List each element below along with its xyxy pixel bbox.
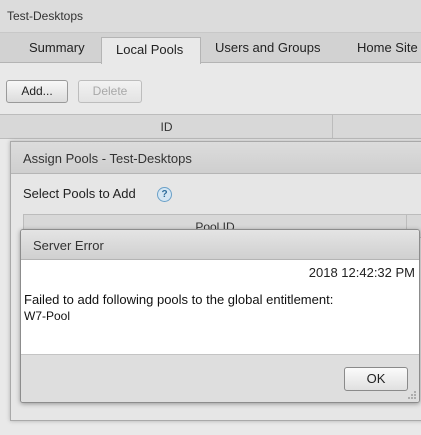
title-bar: Test-Desktops bbox=[0, 0, 421, 33]
entitlement-grid-header: ID bbox=[0, 114, 421, 139]
tab-summary[interactable]: Summary bbox=[29, 36, 85, 63]
error-message: Failed to add following pools to the glo… bbox=[24, 292, 334, 307]
delete-button[interactable]: Delete bbox=[78, 80, 142, 103]
server-error-dialog-header[interactable]: Server Error bbox=[21, 230, 419, 260]
ok-button[interactable]: OK bbox=[344, 367, 408, 391]
toolbar: Add... Delete bbox=[0, 64, 421, 114]
help-icon[interactable]: ? bbox=[157, 187, 172, 202]
column-header-id[interactable]: ID bbox=[0, 120, 333, 134]
window-title: Test-Desktops bbox=[7, 9, 84, 23]
tab-users-and-groups[interactable]: Users and Groups bbox=[215, 36, 321, 63]
error-timestamp: 2018 12:42:32 PM bbox=[308, 265, 415, 280]
tab-home-site[interactable]: Home Site bbox=[357, 36, 418, 63]
server-error-dialog-footer: OK bbox=[21, 354, 419, 402]
tab-bar: Summary Local Pools Users and Groups Hom… bbox=[0, 33, 421, 64]
assign-pools-dialog-header[interactable]: Assign Pools - Test-Desktops bbox=[11, 142, 421, 174]
resize-grip-icon[interactable] bbox=[407, 390, 417, 400]
tab-local-pools[interactable]: Local Pools bbox=[101, 37, 201, 64]
column-divider bbox=[332, 115, 333, 139]
add-button[interactable]: Add... bbox=[6, 80, 68, 103]
server-error-dialog-title: Server Error bbox=[33, 238, 104, 253]
select-pools-label: Select Pools to Add bbox=[23, 186, 136, 201]
server-error-dialog: Server Error 2018 12:42:32 PM Failed to … bbox=[20, 229, 420, 403]
assign-pools-dialog-title: Assign Pools - Test-Desktops bbox=[23, 151, 192, 166]
failed-pool-name: W7-Pool bbox=[24, 309, 71, 323]
